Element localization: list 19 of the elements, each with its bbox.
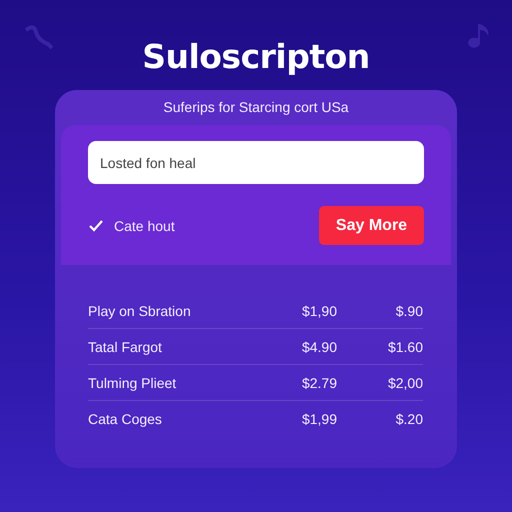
text-field[interactable]: Losted fon heal — [88, 141, 424, 184]
table-cell-text: $.90 — [394, 302, 423, 318]
checkmark-icon[interactable] — [88, 218, 104, 234]
table-cell-text: Tatal Fargot — [88, 338, 163, 354]
table-cell-text: $2,00 — [386, 374, 423, 390]
option-label: Cate hout — [114, 218, 175, 234]
say-more-button[interactable]: Say More — [319, 206, 424, 245]
table-cell-text: $1,90 — [300, 302, 337, 318]
table-cell-text: $1.60 — [386, 338, 423, 354]
card-subtitle: Suferips for Starcing cort USa — [162, 99, 350, 115]
table-cell-text: Play on Sbration — [88, 302, 192, 318]
table-cell-text: $.20 — [394, 410, 423, 426]
squiggle-icon — [24, 24, 54, 50]
table-cell-text: Cata Coges — [88, 410, 163, 426]
table-cell-text: Tulming Plieet — [88, 374, 178, 390]
table-cell-text: $1,99 — [300, 410, 337, 426]
page-title: Suloscripton — [142, 36, 370, 78]
table-cell-text: $2.79 — [300, 374, 337, 390]
table-cell-text: $4.90 — [300, 338, 337, 354]
